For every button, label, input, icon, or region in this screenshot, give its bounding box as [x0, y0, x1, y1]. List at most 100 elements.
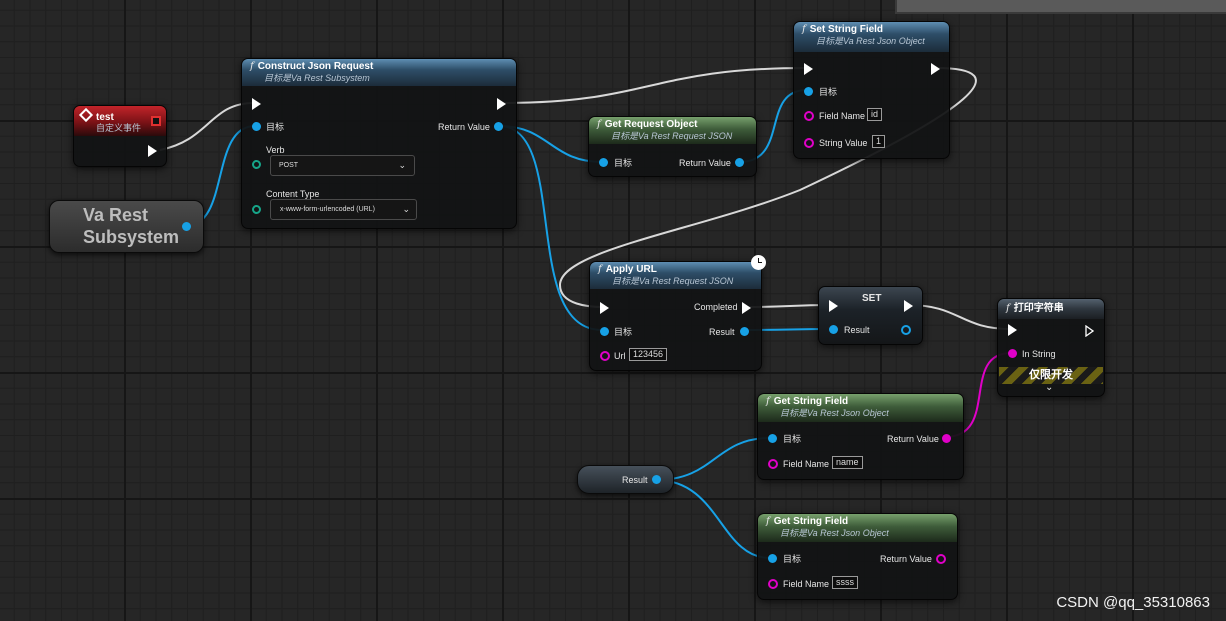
result-variable-getter[interactable]: Result — [577, 465, 674, 494]
result-out-pin[interactable] — [901, 325, 911, 335]
get-string-2-title: Get String Field — [773, 516, 849, 527]
field-name-pin[interactable] — [804, 111, 814, 121]
va-rest-subsystem-variable[interactable]: Va Rest Subsystem — [49, 200, 204, 253]
target-in-pin[interactable] — [599, 158, 608, 167]
return-value-pin[interactable] — [936, 554, 946, 564]
target-in-pin[interactable] — [804, 87, 813, 96]
target-in-pin[interactable] — [768, 434, 777, 443]
print-string-node[interactable]: f 打印字符串 In String 仅限开发 ⌄ — [997, 298, 1105, 397]
subsystem-line2: Subsystem — [83, 227, 180, 247]
apply-url-node[interactable]: f Apply URL 目标是Va Rest Request JSON Compl… — [589, 261, 762, 371]
get-string-1-subtitle: 目标是Va Rest Json Object — [780, 408, 889, 418]
apply-url-title: Apply URL — [605, 264, 657, 275]
return-value-pin[interactable] — [494, 122, 503, 131]
set-title: SET — [862, 293, 882, 304]
top-panel-edge — [895, 0, 1226, 14]
field-name-label: Field Name — [819, 111, 866, 121]
exec-out-pin[interactable] — [904, 300, 913, 312]
field-name-input[interactable]: name — [832, 456, 863, 469]
url-pin[interactable] — [600, 351, 610, 361]
event-title: test — [96, 112, 114, 123]
function-icon: f — [1006, 303, 1010, 314]
set-string-field-node[interactable]: f Set String Field 目标是Va Rest Json Object… — [793, 21, 950, 159]
latent-clock-icon — [751, 255, 766, 270]
url-input[interactable]: 123456 — [629, 348, 668, 361]
result-label: Result — [844, 325, 870, 335]
exec-in-pin[interactable] — [1008, 324, 1017, 336]
get-string-field-node-2[interactable]: f Get String Field 目标是Va Rest Json Object… — [757, 513, 958, 600]
delegate-pin[interactable] — [151, 116, 161, 126]
event-diamond-icon — [78, 107, 94, 123]
content-type-dropdown[interactable]: x-www-form-urlencoded (URL) ⌄ — [270, 199, 417, 220]
expand-chevron-icon[interactable]: ⌄ — [1045, 382, 1053, 394]
target-label: 目标 — [614, 327, 633, 337]
print-string-title: 打印字符串 — [1013, 303, 1064, 314]
string-value-pin[interactable] — [804, 138, 814, 148]
exec-out-pin[interactable] — [931, 63, 940, 75]
set-variable-node[interactable]: SET Result — [818, 286, 923, 345]
wire-result-to-getstring2 — [655, 479, 771, 559]
function-icon: f — [766, 516, 770, 527]
exec-in-pin[interactable] — [600, 302, 609, 314]
function-icon: f — [250, 61, 254, 72]
field-name-input[interactable]: id — [867, 108, 883, 121]
field-name-label: Field Name — [783, 579, 830, 589]
result-in-pin[interactable] — [829, 325, 838, 334]
construct-subtitle: 目标是Va Rest Subsystem — [264, 73, 370, 83]
return-value-label: Return Value — [887, 434, 939, 444]
target-in-pin[interactable] — [768, 554, 777, 563]
construct-title: Construct Json Request — [257, 61, 374, 72]
event-subtitle: 自定义事件 — [96, 123, 142, 133]
function-icon: f — [597, 119, 601, 130]
field-name-pin[interactable] — [768, 579, 778, 589]
chevron-down-icon: ⌄ — [402, 204, 410, 214]
result-var-label: Result — [622, 475, 648, 485]
custom-event-node-test[interactable]: test 自定义事件 — [73, 105, 167, 167]
content-type-pin[interactable] — [252, 205, 261, 214]
watermark: CSDN @qq_35310863 — [1056, 594, 1210, 611]
in-string-label: In String — [1022, 349, 1056, 359]
exec-in-pin[interactable] — [804, 63, 813, 75]
apply-url-subtitle: 目标是Va Rest Request JSON — [612, 276, 734, 286]
subsystem-out-pin[interactable] — [182, 222, 191, 231]
target-in-pin[interactable] — [252, 122, 261, 131]
target-label: 目标 — [614, 158, 633, 168]
completed-exec-pin[interactable] — [742, 302, 751, 314]
target-in-pin[interactable] — [600, 327, 609, 336]
result-out-pin[interactable] — [740, 327, 749, 336]
get-request-object-node[interactable]: f Get Request Object 目标是Va Rest Request J… — [588, 116, 757, 177]
exec-out-pin[interactable] — [148, 145, 157, 157]
string-value-input[interactable]: 1 — [872, 135, 886, 148]
result-out-pin[interactable] — [652, 475, 661, 484]
function-icon: f — [598, 264, 602, 275]
exec-in-pin[interactable] — [252, 98, 261, 110]
exec-out-pin[interactable] — [1085, 324, 1095, 338]
result-label: Result — [709, 327, 735, 337]
set-string-subtitle: 目标是Va Rest Json Object — [816, 36, 925, 46]
url-label: Url — [614, 351, 626, 361]
verb-dropdown[interactable]: POST ⌄ — [270, 155, 415, 176]
target-label: 目标 — [783, 554, 802, 564]
subsystem-line1: Va Rest — [83, 205, 149, 225]
exec-wire-construct-to-setfield — [502, 67, 807, 104]
exec-in-pin[interactable] — [829, 300, 838, 312]
get-string-1-title: Get String Field — [773, 396, 849, 407]
completed-label: Completed — [694, 302, 738, 312]
return-value-label: Return Value — [679, 158, 731, 168]
target-label: 目标 — [266, 122, 285, 132]
in-string-pin[interactable] — [1008, 349, 1017, 358]
chevron-down-icon: ⌄ — [398, 160, 406, 170]
target-label: 目标 — [819, 87, 838, 97]
set-string-title: Set String Field — [809, 24, 884, 35]
field-name-label: Field Name — [783, 459, 830, 469]
return-value-pin[interactable] — [735, 158, 744, 167]
get-string-field-node-1[interactable]: f Get String Field 目标是Va Rest Json Object… — [757, 393, 964, 480]
return-value-pin[interactable] — [942, 434, 951, 443]
construct-json-request-node[interactable]: f Construct Json Request 目标是Va Rest Subsy… — [241, 58, 517, 229]
verb-pin[interactable] — [252, 160, 261, 169]
get-request-subtitle: 目标是Va Rest Request JSON — [611, 131, 733, 141]
exec-out-pin[interactable] — [497, 98, 506, 110]
field-name-pin[interactable] — [768, 459, 778, 469]
get-string-2-subtitle: 目标是Va Rest Json Object — [780, 528, 889, 538]
field-name-input[interactable]: ssss — [832, 576, 858, 589]
